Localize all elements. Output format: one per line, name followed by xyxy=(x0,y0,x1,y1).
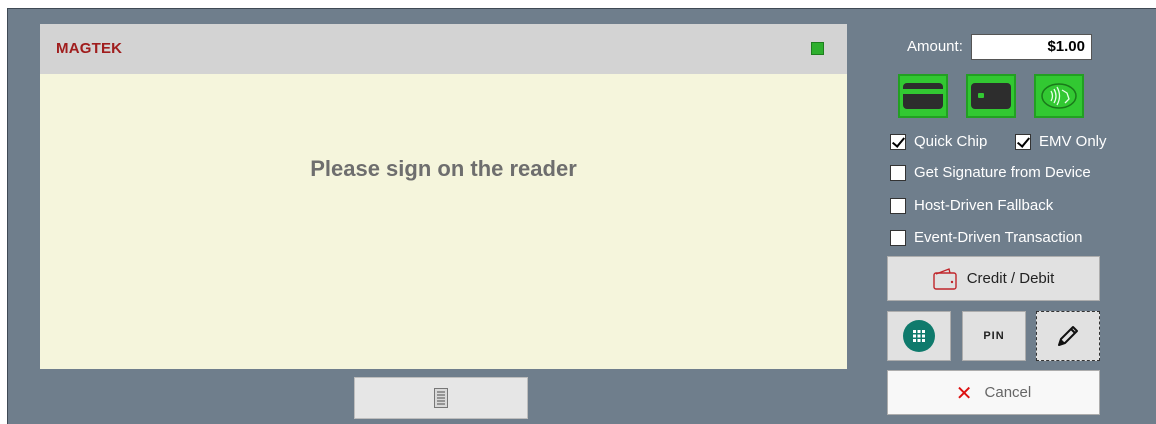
emv-only-option[interactable]: EMV Only xyxy=(1015,133,1107,150)
pin-button[interactable]: PIN xyxy=(962,311,1026,361)
host-fallback-option[interactable]: Host-Driven Fallback xyxy=(890,197,1053,214)
credit-debit-label: Credit / Debit xyxy=(966,270,1055,287)
swipe-card-icon xyxy=(903,83,943,109)
display-message: Please sign on the reader xyxy=(310,156,577,181)
event-driven-label: Event-Driven Transaction xyxy=(914,229,1083,246)
reader-display: MAGTEK Please sign on the reader xyxy=(40,24,847,369)
cancel-label: Cancel xyxy=(984,384,1032,401)
signature-option[interactable]: Get Signature from Device xyxy=(890,164,1091,181)
tap-contactless-button[interactable] xyxy=(1034,74,1084,118)
contactless-icon xyxy=(1041,83,1077,109)
emv-only-checkbox[interactable] xyxy=(1015,133,1031,150)
pin-label: PIN xyxy=(983,330,1005,342)
quick-chip-option[interactable]: Quick Chip xyxy=(890,133,987,150)
signature-button[interactable] xyxy=(1036,311,1100,361)
brand-label: MAGTEK xyxy=(56,40,123,57)
wallet-icon xyxy=(933,267,957,290)
credit-debit-button[interactable]: Credit / Debit xyxy=(887,256,1100,301)
status-indicator xyxy=(811,42,824,55)
log-button[interactable] xyxy=(354,377,528,419)
event-driven-option[interactable]: Event-Driven Transaction xyxy=(890,229,1082,246)
display-header: MAGTEK xyxy=(40,24,847,74)
swipe-button[interactable] xyxy=(898,74,948,118)
keypad-button[interactable] xyxy=(887,311,951,361)
amount-label: Amount: xyxy=(907,38,963,55)
signature-checkbox[interactable] xyxy=(890,164,906,181)
cancel-button[interactable]: ✕ Cancel xyxy=(887,370,1100,415)
host-fallback-checkbox[interactable] xyxy=(890,197,906,214)
host-fallback-label: Host-Driven Fallback xyxy=(914,197,1054,214)
signature-label: Get Signature from Device xyxy=(914,164,1091,181)
event-driven-checkbox[interactable] xyxy=(890,229,906,246)
quick-chip-checkbox[interactable] xyxy=(890,133,906,150)
insert-chip-button[interactable] xyxy=(966,74,1016,118)
keypad-icon xyxy=(903,320,935,352)
emv-only-label: EMV Only xyxy=(1039,133,1107,150)
quick-chip-label: Quick Chip xyxy=(914,133,988,150)
amount-field[interactable]: $1.00 xyxy=(971,34,1092,60)
close-icon: ✕ xyxy=(955,380,973,405)
document-icon xyxy=(434,388,448,408)
chip-card-icon xyxy=(971,83,1011,109)
app-window: MAGTEK Please sign on the reader Amount:… xyxy=(0,0,1156,424)
pen-icon xyxy=(1058,326,1078,346)
